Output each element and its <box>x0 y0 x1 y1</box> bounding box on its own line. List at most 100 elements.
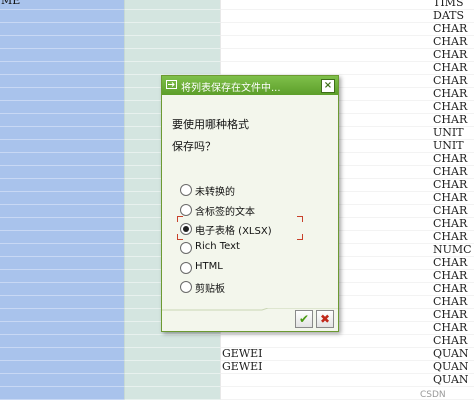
data-type-cell: NUMC <box>433 243 472 256</box>
table-cell <box>0 36 124 49</box>
unit-value-cell: GEWEI <box>222 347 263 360</box>
table-cell <box>0 283 124 296</box>
data-type-cell: CHAR <box>433 321 468 334</box>
data-type-cell: CHAR <box>433 334 468 347</box>
unit-value-cell: GEWEI <box>222 360 263 373</box>
table-cell <box>0 296 124 309</box>
data-type-cell: CHAR <box>433 204 468 217</box>
table-cell <box>0 257 124 270</box>
option-label: 电子表格 (XLSX) <box>195 226 272 237</box>
data-type-cell: CHAR <box>433 87 468 100</box>
data-type-cell: CHAR <box>433 48 468 61</box>
data-type-cell: QUAN <box>433 373 469 386</box>
table-cell <box>0 114 124 127</box>
table-cell <box>0 179 124 192</box>
table-cell <box>0 192 124 205</box>
table-cell <box>0 140 124 153</box>
table-cell <box>0 49 124 62</box>
table-cell <box>124 36 220 49</box>
table-row: CHAR <box>0 48 474 62</box>
save-format-dialog: 将列表保存在文件中... × 要使用哪种格式 保存吗？ 未转换的 含标签的文本 … <box>161 75 339 332</box>
radio-button[interactable] <box>180 262 192 274</box>
cross-icon: ✖ <box>319 312 331 326</box>
option-label: 含标签的文本 <box>195 207 255 218</box>
data-type-cell: CHAR <box>433 74 468 87</box>
data-type-cell: QUAN <box>433 360 469 373</box>
focus-corner <box>177 216 183 222</box>
table-cell <box>0 270 124 283</box>
data-type-cell: UNIT <box>433 139 464 152</box>
data-type-cell: CHAR <box>433 308 468 321</box>
dialog-title: 将列表保存在文件中... <box>181 83 281 94</box>
table-cell <box>0 166 124 179</box>
radio-button[interactable] <box>180 204 192 216</box>
table-row <box>0 387 474 400</box>
table-row: ME TIMS <box>0 0 474 10</box>
table-cell <box>124 23 220 36</box>
radio-button[interactable] <box>180 281 192 293</box>
data-type-cell: CHAR <box>433 282 468 295</box>
focus-corner <box>177 234 183 240</box>
option-label: HTML <box>195 261 223 272</box>
table-cell <box>124 361 220 374</box>
table-cell <box>0 23 124 36</box>
data-type-cell: CHAR <box>433 35 468 48</box>
data-type-cell: QUAN <box>433 347 469 360</box>
option-label: 剪贴板 <box>195 284 225 295</box>
data-type-cell: CHAR <box>433 100 468 113</box>
table-cell <box>0 322 124 335</box>
table-cell <box>124 62 220 75</box>
table-cell <box>0 10 124 23</box>
table-cell <box>0 218 124 231</box>
window-icon <box>166 80 177 89</box>
table-cell <box>124 387 220 400</box>
table-cell <box>124 348 220 361</box>
table-cell <box>0 361 124 374</box>
close-icon: × <box>323 80 333 91</box>
data-type-cell: TIMS <box>433 0 464 9</box>
table-cell <box>0 101 124 114</box>
table-row: GEWEI QUAN <box>0 360 474 374</box>
table-row: QUAN <box>0 373 474 387</box>
data-type-cell: CHAR <box>433 152 468 165</box>
radio-button[interactable] <box>180 242 192 254</box>
checkmark-icon: ✔ <box>298 312 310 326</box>
focus-corner <box>297 234 303 240</box>
option-label: 未转换的 <box>195 187 235 198</box>
table-cell <box>0 348 124 361</box>
table-cell <box>0 374 124 387</box>
dialog-titlebar[interactable]: 将列表保存在文件中... × <box>162 76 338 95</box>
table-cell <box>124 0 220 10</box>
watermark: CSDN <box>420 390 446 400</box>
data-type-cell: CHAR <box>433 22 468 35</box>
data-type-cell: CHAR <box>433 269 468 282</box>
question-line-1: 要使用哪种格式 <box>172 118 249 131</box>
table-cell <box>0 205 124 218</box>
table-cell <box>0 387 124 400</box>
option-label: Rich Text <box>195 241 240 252</box>
data-type-cell: CHAR <box>433 178 468 191</box>
table-cell <box>124 335 220 348</box>
ok-button[interactable]: ✔ <box>295 310 313 328</box>
data-type-cell: CHAR <box>433 230 468 243</box>
table-cell <box>0 62 124 75</box>
table-row: CHAR <box>0 35 474 49</box>
table-cell <box>0 75 124 88</box>
table-row: CHAR <box>0 61 474 75</box>
data-type-cell: UNIT <box>433 126 464 139</box>
table-cell <box>0 244 124 257</box>
data-type-cell: CHAR <box>433 61 468 74</box>
table-cell <box>0 127 124 140</box>
table-row: CHAR <box>0 22 474 36</box>
table-cell <box>0 335 124 348</box>
data-type-cell: CHAR <box>433 191 468 204</box>
focus-corner <box>297 216 303 222</box>
table-cell <box>0 88 124 101</box>
close-button[interactable]: × <box>321 79 335 93</box>
radio-button[interactable] <box>180 184 192 196</box>
cancel-button[interactable]: ✖ <box>316 310 334 328</box>
table-cell <box>0 231 124 244</box>
data-type-cell: CHAR <box>433 165 468 178</box>
table-cell: ME <box>0 0 124 10</box>
table-cell <box>0 309 124 322</box>
